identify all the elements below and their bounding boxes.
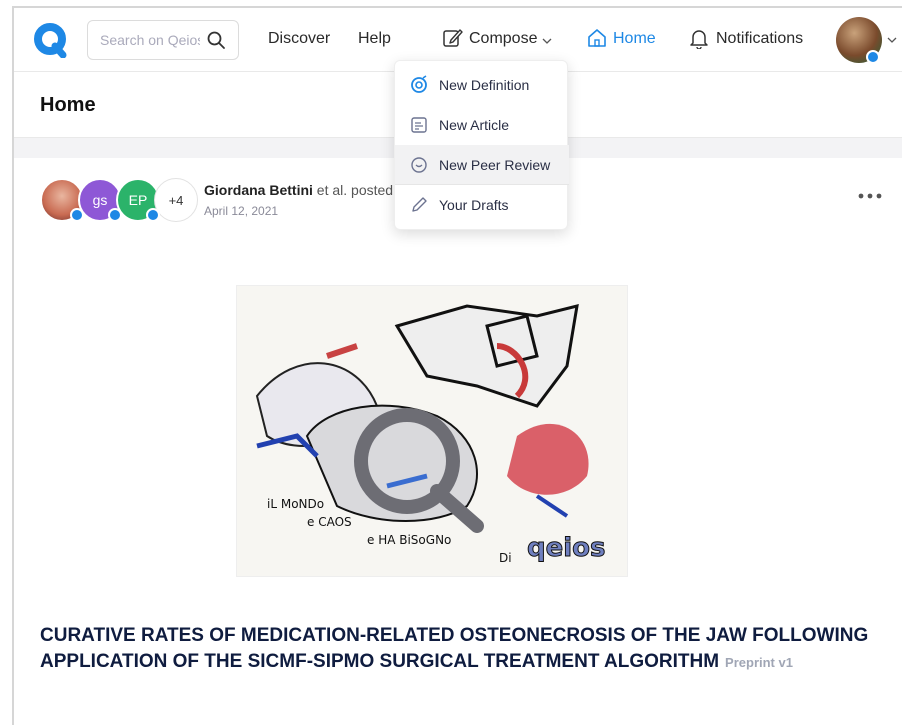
chevron-down-icon[interactable] xyxy=(887,35,897,45)
menu-item-new-peer-review[interactable]: New Peer Review xyxy=(395,145,569,185)
feed-post-card: gs EP +4 Giordana Bettini et al. posted … xyxy=(14,158,902,725)
version-badge: Preprint v1 xyxy=(725,655,793,670)
menu-item-your-drafts[interactable]: Your Drafts xyxy=(395,185,569,225)
artwork-text: Di xyxy=(499,551,512,565)
home-icon[interactable] xyxy=(586,27,608,49)
artwork-logo-text: qeios xyxy=(527,533,606,563)
artwork-drawing: iL MoNDo e CAOS e HA BiSoGNo Di qeios xyxy=(237,286,627,576)
menu-item-label: New Article xyxy=(439,117,510,133)
menu-item-label: New Peer Review xyxy=(439,157,551,173)
more-authors-count[interactable]: +4 xyxy=(154,178,198,222)
artwork-text: iL MoNDo xyxy=(267,497,324,511)
menu-item-new-definition[interactable]: New Definition xyxy=(395,65,569,105)
definition-icon xyxy=(411,75,427,93)
nav-help-link[interactable]: Help xyxy=(358,30,391,48)
article-icon xyxy=(411,117,427,133)
artwork-text: e HA BiSoGNo xyxy=(367,533,451,547)
verified-badge-icon xyxy=(108,208,122,222)
artwork-text: e CAOS xyxy=(307,515,352,529)
post-date: April 12, 2021 xyxy=(204,204,279,218)
nav-notifications-link[interactable]: Notifications xyxy=(716,30,803,48)
nav-home-link[interactable]: Home xyxy=(613,30,656,48)
compose-dropdown-menu: New Definition New Article New Peer Revi… xyxy=(394,60,569,230)
menu-item-new-article[interactable]: New Article xyxy=(395,105,569,145)
verified-badge-icon xyxy=(866,50,880,64)
nav-compose-menu[interactable]: Compose xyxy=(469,30,537,48)
search-input[interactable] xyxy=(100,32,200,48)
more-options-icon[interactable] xyxy=(857,192,883,200)
verified-badge-icon xyxy=(146,208,160,222)
app-window: Discover Help Compose Home Notifications… xyxy=(12,6,902,725)
post-cover-image[interactable]: iL MoNDo e CAOS e HA BiSoGNo Di qeios xyxy=(236,285,628,577)
search-box xyxy=(87,20,239,60)
author-suffix: et al. posted xyxy=(312,182,394,198)
menu-item-label: Your Drafts xyxy=(439,197,509,213)
qeios-logo-icon[interactable] xyxy=(32,22,68,58)
pencil-icon xyxy=(412,197,427,212)
verified-badge-icon xyxy=(70,208,84,222)
search-icon[interactable] xyxy=(206,30,226,50)
chevron-down-icon[interactable] xyxy=(542,37,552,45)
peer-review-icon xyxy=(411,157,427,173)
article-title-link[interactable]: CURATIVE RATES OF MEDICATION-RELATED OST… xyxy=(40,623,880,676)
page-title: Home xyxy=(40,94,96,116)
post-meta: Giordana Bettini et al. posted xyxy=(204,182,393,198)
bell-icon[interactable] xyxy=(688,27,710,49)
menu-item-label: New Definition xyxy=(439,77,530,93)
compose-icon[interactable] xyxy=(442,27,464,49)
nav-discover-link[interactable]: Discover xyxy=(268,30,330,48)
author-name-link[interactable]: Giordana Bettini xyxy=(204,182,313,198)
